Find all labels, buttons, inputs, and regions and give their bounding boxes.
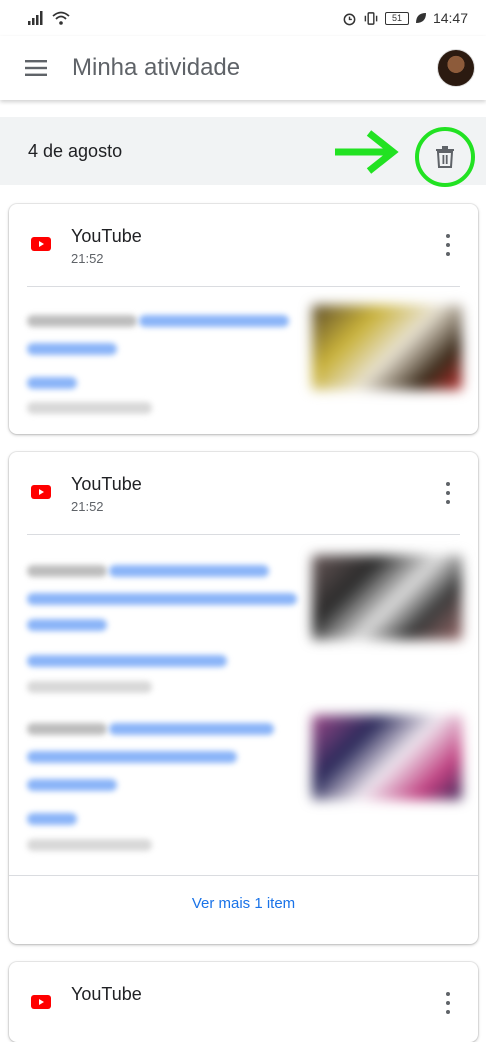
card-header: YouTube 21:52 — [9, 452, 478, 534]
app-bar: Minha atividade — [0, 36, 486, 100]
card-time: 21:52 — [71, 251, 104, 266]
status-time: 14:47 — [432, 10, 468, 26]
date-header: 4 de agosto — [0, 117, 486, 187]
video-thumbnail[interactable] — [312, 305, 462, 390]
activity-card: YouTube 21:52 Ver mais 1 item — [9, 452, 478, 944]
vibrate-icon — [364, 11, 378, 25]
battery-indicator: 51 — [384, 11, 409, 25]
status-bar: 51 14:47 — [0, 0, 486, 36]
wifi-icon — [52, 11, 70, 25]
card-header: YouTube — [9, 962, 478, 1042]
activity-item[interactable] — [9, 287, 478, 427]
video-thumbnail[interactable] — [312, 555, 462, 640]
youtube-icon — [31, 995, 51, 1009]
activity-item[interactable] — [9, 535, 478, 703]
youtube-icon — [31, 237, 51, 251]
more-options-icon[interactable] — [440, 482, 456, 504]
hamburger-icon — [25, 60, 47, 76]
menu-button[interactable] — [0, 36, 72, 100]
card-title: YouTube — [71, 226, 142, 246]
alarm-icon — [343, 13, 356, 25]
card-title: YouTube — [71, 474, 142, 494]
card-title: YouTube — [71, 984, 142, 1004]
page-title: Minha atividade — [72, 54, 241, 81]
signal-icon — [28, 11, 43, 25]
status-right: 51 14:47 — [342, 10, 468, 26]
video-thumbnail[interactable] — [312, 715, 462, 800]
status-left — [28, 11, 70, 25]
card-header: YouTube 21:52 — [9, 204, 478, 286]
leaf-icon — [415, 13, 426, 23]
activity-item[interactable] — [9, 703, 478, 875]
trash-icon — [436, 146, 454, 168]
activity-card: YouTube 21:52 — [9, 204, 478, 434]
delete-day-button[interactable] — [415, 127, 475, 187]
arrow-icon — [335, 130, 399, 174]
more-options-icon[interactable] — [440, 992, 456, 1014]
avatar[interactable] — [437, 49, 475, 87]
activity-card: YouTube — [9, 962, 478, 1042]
card-time: 21:52 — [71, 499, 104, 514]
youtube-icon — [31, 485, 51, 499]
see-more-link[interactable]: Ver mais 1 item — [9, 875, 478, 931]
more-options-icon[interactable] — [440, 234, 456, 256]
